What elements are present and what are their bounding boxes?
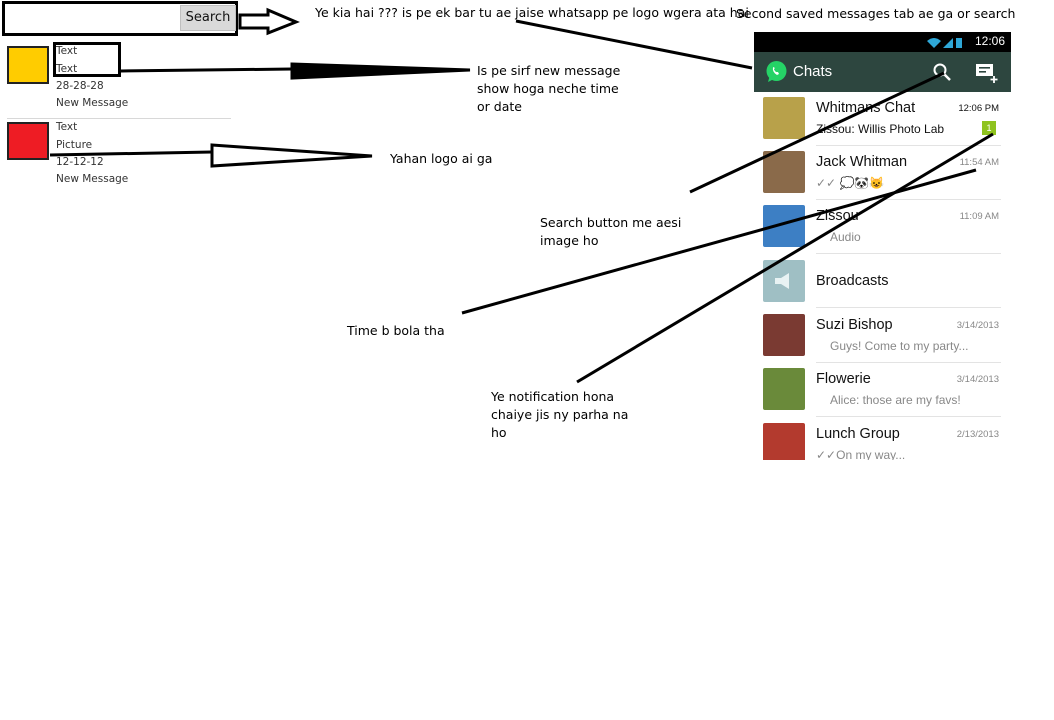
chat-row[interactable]: Suzi Bishop 3/14/2013 Guys! Come to my p… (754, 309, 1011, 363)
avatar (763, 368, 805, 410)
status-clock: 12:06 (974, 34, 1005, 48)
chat-time: 11:09 AM (959, 211, 999, 222)
chat-name: Zissou (816, 208, 859, 224)
note-logo: Yahan logo ai ga (390, 151, 493, 166)
chat-time: 3/14/2013 (956, 374, 999, 385)
chat-row[interactable]: Broadcasts (754, 254, 1011, 308)
status-bar: 12:06 (754, 32, 1011, 52)
item-line-2: Text (56, 63, 78, 75)
note-top-right: Second saved messages tab ae ga or searc… (736, 6, 1016, 21)
chat-time: 11:54 AM (959, 157, 999, 168)
chat-row[interactable]: Jack Whitman 11:54 AM ✓✓ 💭🐼😺 (754, 146, 1011, 200)
chat-preview: Alice: those are my favs! (830, 393, 961, 407)
avatar (763, 151, 805, 193)
item-line-1: Text (56, 45, 78, 57)
item-status: New Message (56, 97, 129, 109)
phone-screenshot: 12:06 Chats Whitmans Chat 12:06 PM Zisso… (754, 32, 1011, 460)
avatar (763, 97, 805, 139)
chat-preview: ✓✓On my way... (816, 448, 906, 460)
page-title: Chats (793, 63, 833, 80)
chat-name: Suzi Bishop (816, 317, 893, 333)
note-new-message: Is pe sirf new message show hoga neche t… (477, 63, 621, 114)
chat-name: Broadcasts (816, 273, 889, 289)
logo-placeholder-red (7, 122, 49, 160)
item-date: 12-12-12 (56, 156, 104, 168)
note-notification: Ye notification hona chaiye jis ny parha… (491, 389, 629, 440)
chat-row[interactable]: Lunch Group 2/13/2013 ✓✓On my way... (754, 418, 1011, 460)
chat-preview: ✓✓ 💭🐼😺 (816, 176, 885, 190)
item-line-2: Picture (56, 139, 93, 151)
chat-name: Whitmans Chat (816, 100, 916, 116)
whatsapp-logo-icon (766, 61, 787, 82)
chat-name: Flowerie (816, 371, 871, 387)
item-line-1: Text (56, 121, 78, 133)
megaphone-icon (775, 273, 789, 289)
avatar (763, 423, 805, 460)
chat-time: 3/14/2013 (956, 320, 999, 331)
chat-preview: Guys! Come to my party... (830, 339, 969, 353)
search-button[interactable]: Search (180, 5, 236, 31)
chat-preview: Audio (830, 230, 861, 244)
divider (7, 118, 231, 119)
note-search-icon: Search button me aesi image ho (540, 215, 682, 248)
search-icon[interactable] (932, 62, 952, 82)
new-chat-icon[interactable] (975, 62, 999, 84)
item-status: New Message (56, 173, 129, 185)
unread-badge: 1 (982, 121, 996, 135)
chat-preview: Zissou: Willis Photo Lab (816, 122, 945, 136)
arrow-search-to-note (238, 7, 300, 36)
divider (816, 416, 1001, 417)
chat-row[interactable]: Whitmans Chat 12:06 PM Zissou: Willis Ph… (754, 92, 1011, 146)
divider (816, 307, 1001, 308)
note-time: Time b bola tha (347, 323, 445, 338)
chat-name: Jack Whitman (816, 154, 908, 170)
item-date: 28-28-28 (56, 80, 104, 92)
avatar (763, 205, 805, 247)
wifi-signal-battery-icon (927, 38, 962, 48)
note-top: Ye kia hai ??? is pe ek bar tu ae jaise … (315, 5, 749, 20)
logo-placeholder-yellow (7, 46, 49, 84)
arrow-new-message (120, 62, 471, 80)
chat-name: Lunch Group (816, 426, 900, 442)
chat-time: 12:06 PM (958, 103, 999, 114)
chat-row[interactable]: Flowerie 3/14/2013 Alice: those are my f… (754, 363, 1011, 417)
chat-row[interactable]: Zissou 11:09 AM Audio (754, 200, 1011, 254)
avatar (763, 314, 805, 356)
chat-time: 2/13/2013 (956, 429, 999, 440)
